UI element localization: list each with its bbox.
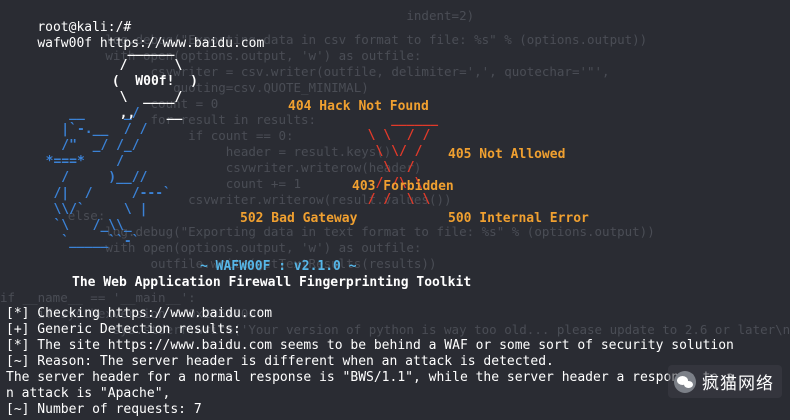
shell-prompt: root@kali:/#	[37, 20, 132, 35]
output-line: [+] Generic Detection results:	[6, 322, 241, 337]
output-line: n attack is "Apache",	[6, 386, 171, 401]
error-403: 403 Forbidden	[352, 179, 454, 194]
output-line: The server header for a normal response …	[6, 370, 734, 385]
toolkit-tagline: The Web Application Firewall Fingerprint…	[72, 275, 472, 290]
version-banner: ~ WAFW00F : v2.1.0 ~	[200, 259, 357, 274]
output-line: [*] Checking https://www.baidu.com	[6, 306, 273, 321]
error-404: 404 Hack Not Found	[288, 99, 429, 114]
wechat-icon	[674, 370, 696, 393]
error-405: 405 Not Allowed	[448, 147, 566, 162]
watermark-badge: 疯猫网络	[668, 365, 782, 398]
bg-code-line: if __name__ == '__main__':	[0, 290, 196, 305]
output-line: [~] Reason: The server header is differe…	[6, 354, 554, 369]
watermark-text: 疯猫网络	[702, 374, 774, 394]
error-502: 502 Bad Gateway	[240, 211, 358, 226]
dog-ascii-art: __ _/ |`-.__ / / /" _/ /_/ *===* / / )__…	[45, 106, 171, 249]
error-500: 500 Internal Error	[448, 211, 589, 226]
terminal-window[interactable]: indent=2) log.debug("Exporting data in c…	[0, 0, 790, 420]
output-line: [~] Number of requests: 7	[6, 402, 202, 417]
output-line: [*] The site https://www.baidu.com seems…	[6, 338, 734, 353]
